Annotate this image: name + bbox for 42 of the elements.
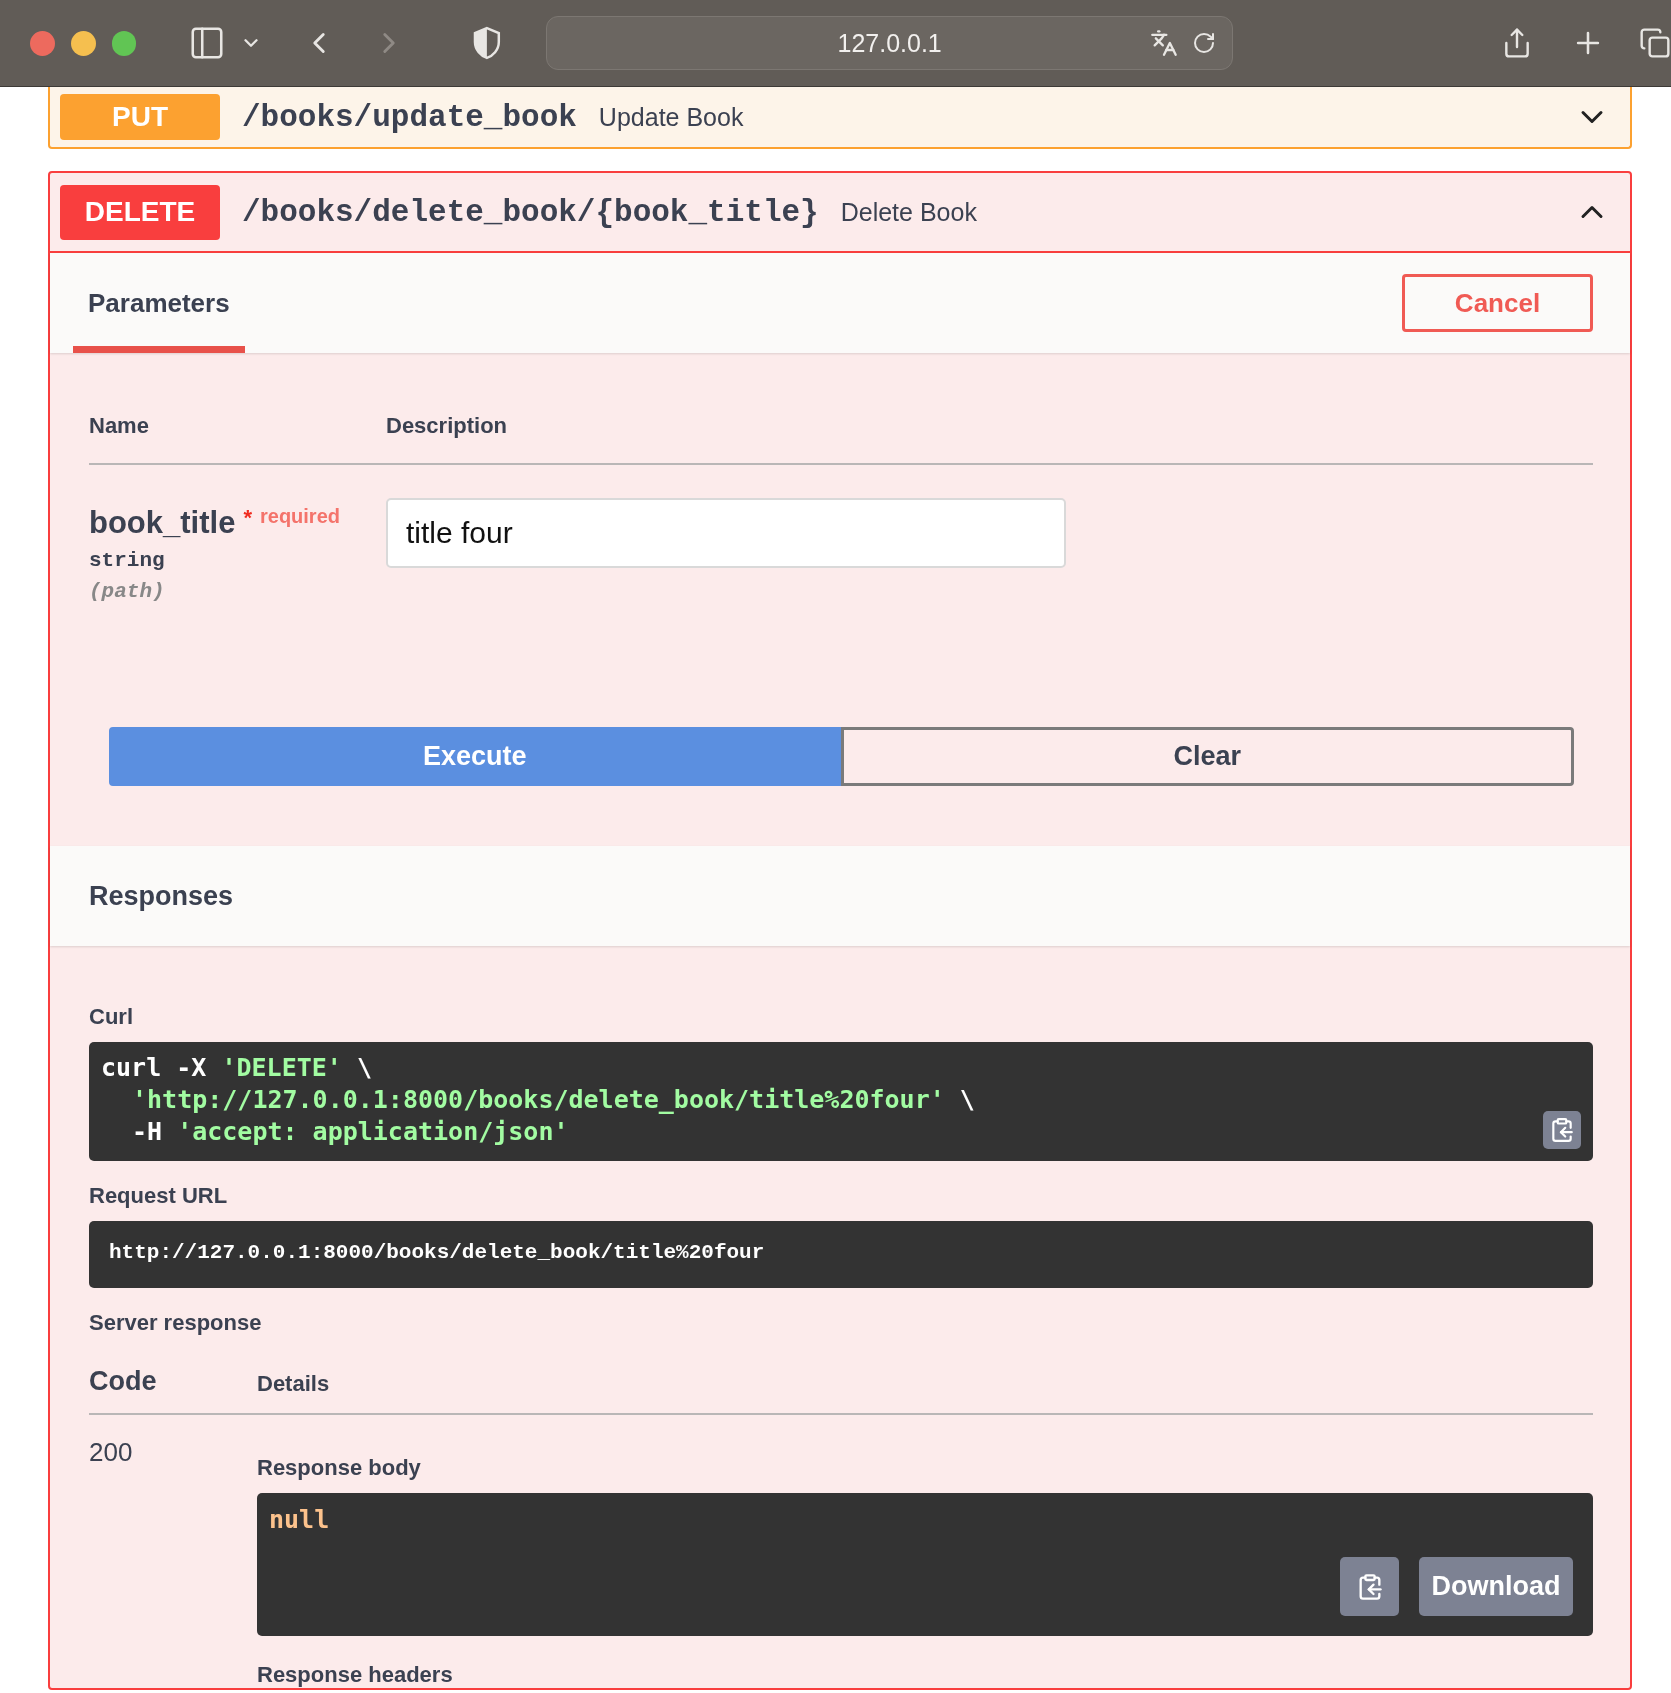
maximize-window-icon[interactable]	[111, 30, 137, 56]
endpoint-path: /books/delete_book/{book_title}	[242, 194, 819, 230]
curl-label: Curl	[89, 1004, 134, 1030]
endpoint-summary: Delete Book	[840, 197, 977, 227]
server-response-label: Server response	[89, 1310, 263, 1336]
status-code: 200	[89, 1437, 134, 1468]
request-url: http://127.0.0.1:8000/books/delete_book/title%20four	[109, 1241, 766, 1264]
column-header: Name	[89, 413, 150, 439]
column-header: Description	[386, 413, 509, 439]
shield-icon[interactable]	[472, 26, 503, 60]
method-badge: PUT	[60, 94, 220, 140]
section-title: Responses	[89, 880, 234, 912]
clear-button[interactable]: Clear	[840, 727, 1574, 786]
copy-button[interactable]	[1543, 1111, 1581, 1149]
execute-button[interactable]: Execute	[109, 727, 841, 786]
minimize-window-icon[interactable]	[70, 30, 96, 56]
copy-button[interactable]	[1340, 1557, 1399, 1616]
column-header: Code	[89, 1366, 158, 1397]
column-header: Details	[257, 1371, 331, 1397]
request-url-label: Request URL	[89, 1183, 229, 1209]
clipboard-icon	[1549, 1117, 1575, 1143]
translate-icon[interactable]	[1150, 29, 1178, 57]
required-label: required	[259, 505, 340, 528]
parameter-input[interactable]: title four	[386, 498, 1066, 568]
endpoint-summary: Update Book	[598, 102, 744, 132]
url-text: 127.0.0.1	[837, 28, 942, 58]
cancel-button[interactable]: Cancel	[1402, 274, 1593, 332]
required-mark: *	[243, 505, 252, 531]
response-headers-label: Response headers	[257, 1662, 454, 1688]
parameters-tab[interactable]: Parameters	[73, 253, 245, 353]
parameter-location: (path)	[89, 580, 166, 603]
curl-code-block: curl -X 'DELETE' \ 'http://127.0.0.1:8000/books/delete_book/title%20four' \ -H 'accept: application/json'	[89, 1042, 1593, 1161]
tabs-overview-icon[interactable]	[1639, 27, 1671, 59]
parameter-name: book_title	[89, 505, 236, 541]
parameter-type: string	[89, 549, 166, 572]
download-button[interactable]: Download	[1419, 1557, 1573, 1616]
response-body-text: null	[269, 1505, 330, 1534]
address-bar[interactable]: 127.0.0.1	[546, 16, 1233, 70]
method-badge: DELETE	[60, 184, 220, 240]
endpoint-path: /books/update_book	[242, 99, 577, 135]
reload-icon[interactable]	[1192, 31, 1216, 55]
response-body-label: Response body	[257, 1455, 422, 1481]
